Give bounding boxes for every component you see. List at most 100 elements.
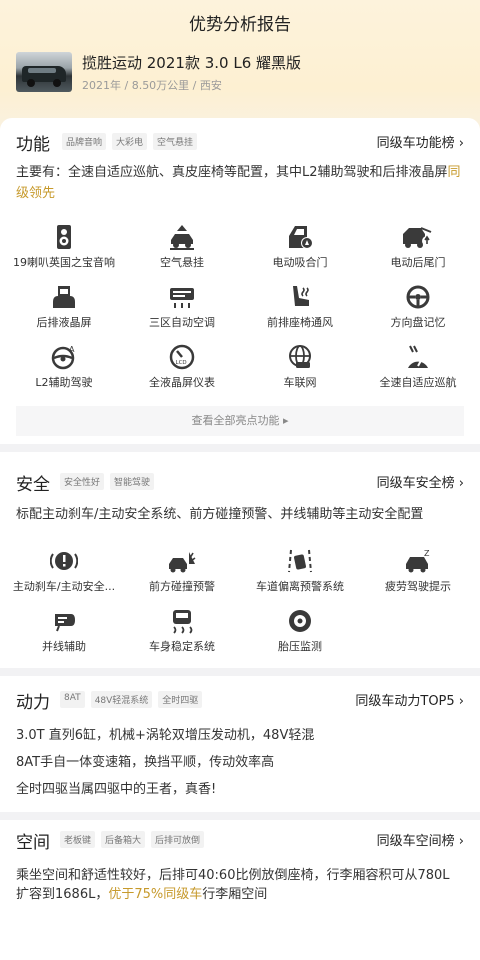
safety-tags: 安全性好 智能驾驶	[60, 473, 155, 490]
fatigue-alert-icon: Z	[406, 549, 430, 573]
tag: 全时四驱	[158, 691, 203, 708]
feature-item[interactable]: 主动刹车/主动安全...	[4, 548, 124, 604]
power-line: 8AT手自一体变速箱，换挡平顺，传动效率高	[16, 755, 275, 770]
page-title: 优势分析报告	[189, 15, 291, 35]
section-divider	[0, 444, 480, 452]
space-card: 空间 老板键 后备箱大 后排可放倒 同级车空间榜 › 乘坐空间和舒适性较好，后排…	[0, 820, 480, 960]
feature-item[interactable]: 胎压监测	[240, 608, 360, 664]
feature-label: 后排液晶屏	[36, 316, 92, 329]
feature-label: 空气悬挂	[160, 256, 204, 269]
svg-text:LCD: LCD	[176, 360, 187, 366]
feature-item[interactable]: 前方碰撞预警	[122, 548, 242, 604]
function-desc-text: 主要有：全速自适应巡航、真皮座椅等配置，其中L2辅助驾驶和后排液晶屏	[16, 165, 448, 180]
car-name: 揽胜运动 2021款 3.0 L6 耀黑版	[82, 54, 302, 72]
safety-card: 安全 安全性好 智能驾驶 同级车安全榜 › 标配主动刹车/主动安全系统、前方碰撞…	[0, 452, 480, 668]
car-thumbnail	[16, 52, 72, 92]
tag: 智能驾驶	[110, 473, 155, 490]
feature-item[interactable]: 后排液晶屏	[4, 284, 124, 340]
function-rank-link[interactable]: 同级车功能榜 ›	[377, 132, 464, 151]
tag: 空气悬挂	[153, 133, 198, 150]
feature-label: 车身稳定系统	[149, 640, 215, 653]
feature-item[interactable]: 空气悬挂	[122, 224, 242, 280]
lcd-cluster-icon: LCD	[169, 344, 195, 370]
feature-label: 全液晶屏仪表	[149, 376, 215, 389]
feature-label: 疲劳驾驶提示	[385, 580, 451, 593]
power-card: 动力 8AT 48V轻混系统 全时四驱 同级车动力TOP5 › 3.0T 直列6…	[0, 676, 480, 812]
feature-item[interactable]: 全速自适应巡航	[358, 344, 478, 400]
feature-label: 三区自动空调	[149, 316, 215, 329]
feature-label: 前排座椅通风	[267, 316, 333, 329]
tag: 后备箱大	[101, 831, 146, 848]
section-divider	[0, 668, 480, 676]
power-tailgate-icon	[403, 227, 432, 248]
feature-item[interactable]: 车联网	[240, 344, 360, 400]
power-rank-link[interactable]: 同级车动力TOP5 ›	[355, 690, 464, 709]
space-tags: 老板键 后备箱大 后排可放倒	[60, 831, 205, 848]
svg-text:Z: Z	[424, 549, 430, 558]
stability-control-icon	[173, 610, 193, 634]
function-title: 功能	[16, 135, 50, 155]
feature-item[interactable]: 并线辅助	[4, 608, 124, 664]
feature-item[interactable]: 三区自动空调	[122, 284, 242, 340]
space-desc-text: 行李厢空间	[202, 887, 268, 902]
feature-label: 主动刹车/主动安全...	[12, 580, 116, 593]
air-suspension-icon	[170, 225, 194, 250]
safety-title: 安全	[16, 475, 50, 495]
power-line: 全时四驱当属四驱中的王者，真香!	[16, 782, 217, 797]
feature-item[interactable]: 车道偏离预警系统	[240, 548, 360, 604]
safety-description: 标配主动刹车/主动安全系统、前方碰撞预警、并线辅助等主动安全配置	[16, 507, 424, 522]
feature-item[interactable]: A L2辅助驾驶	[4, 344, 124, 400]
car-meta: 2021年 / 8.50万公里 / 西安	[82, 79, 222, 92]
feature-item[interactable]: 方向盘记忆	[358, 284, 478, 340]
seat-ventilation-icon	[293, 286, 309, 306]
climate-control-icon	[170, 288, 194, 308]
feature-item[interactable]: LCD 全液晶屏仪表	[122, 344, 242, 400]
safety-rank-link[interactable]: 同级车安全榜 ›	[377, 472, 464, 491]
power-line: 3.0T 直列6缸，机械+涡轮双增压发动机，48V轻混	[16, 728, 315, 743]
l2-assist-icon: A	[51, 345, 75, 370]
rear-screen-icon	[53, 286, 75, 308]
feature-label: 19喇叭英国之宝音响	[13, 256, 115, 269]
feature-item[interactable]: Z 疲劳驾驶提示	[358, 548, 478, 604]
feature-label: 胎压监测	[278, 640, 322, 653]
feature-label: L2辅助驾驶	[35, 376, 93, 389]
feature-item[interactable]: 前排座椅通风	[240, 284, 360, 340]
feature-item[interactable]: 19喇叭英国之宝音响	[4, 224, 124, 280]
feature-label: 车道偏离预警系统	[256, 580, 344, 593]
space-desc-line: 扩容到1686L，优于75%同级车行李厢空间	[16, 883, 466, 902]
blind-spot-icon	[55, 614, 75, 632]
section-divider	[0, 812, 480, 820]
tag: 老板键	[60, 831, 96, 848]
power-tags: 8AT 48V轻混系统 全时四驱	[60, 691, 203, 708]
view-all-features-button[interactable]: 查看全部亮点功能 ▸	[16, 406, 464, 436]
connected-car-icon	[289, 345, 311, 368]
space-rank-link[interactable]: 同级车空间榜 ›	[377, 830, 464, 849]
tag: 安全性好	[60, 473, 105, 490]
function-feature-grid: 19喇叭英国之宝音响 空气悬挂 电动吸合门 电动后尾门 后排液晶屏 三区自动空调…	[0, 224, 480, 394]
tag: 品牌音响	[62, 133, 107, 150]
feature-item[interactable]: 电动吸合门	[240, 224, 360, 280]
function-description: 主要有：全速自适应巡航、真皮座椅等配置，其中L2辅助驾驶和后排液晶屏同级领先	[16, 162, 466, 204]
tag: 48V轻混系统	[90, 691, 153, 708]
car-summary[interactable]: 揽胜运动 2021款 3.0 L6 耀黑版 2021年 / 8.50万公里 / …	[16, 50, 416, 96]
lane-departure-icon	[288, 549, 312, 573]
tag: 大彩电	[112, 133, 148, 150]
space-desc-text: 扩容到1686L，	[16, 887, 109, 902]
svg-text:A: A	[69, 345, 75, 354]
adaptive-cruise-icon	[408, 345, 428, 368]
feature-label: 并线辅助	[42, 640, 86, 653]
feature-label: 电动吸合门	[272, 256, 328, 269]
tag: 后排可放倒	[151, 831, 205, 848]
collision-warning-icon	[169, 552, 196, 573]
feature-item[interactable]: 车身稳定系统	[122, 608, 242, 664]
function-tags: 品牌音响 大彩电 空气悬挂	[62, 133, 198, 150]
feature-label: 全速自适应巡航	[379, 376, 457, 389]
feature-label: 方向盘记忆	[390, 316, 446, 329]
space-desc-line: 乘坐空间和舒适性较好，后排可40:60比例放倒座椅，行李厢容积可从780L	[16, 868, 450, 883]
feature-label: 前方碰撞预警	[149, 580, 215, 593]
soft-close-door-icon	[289, 226, 313, 249]
steering-memory-icon	[406, 285, 430, 309]
speaker-icon	[57, 225, 71, 249]
power-title: 动力	[16, 693, 50, 713]
feature-item[interactable]: 电动后尾门	[358, 224, 478, 280]
